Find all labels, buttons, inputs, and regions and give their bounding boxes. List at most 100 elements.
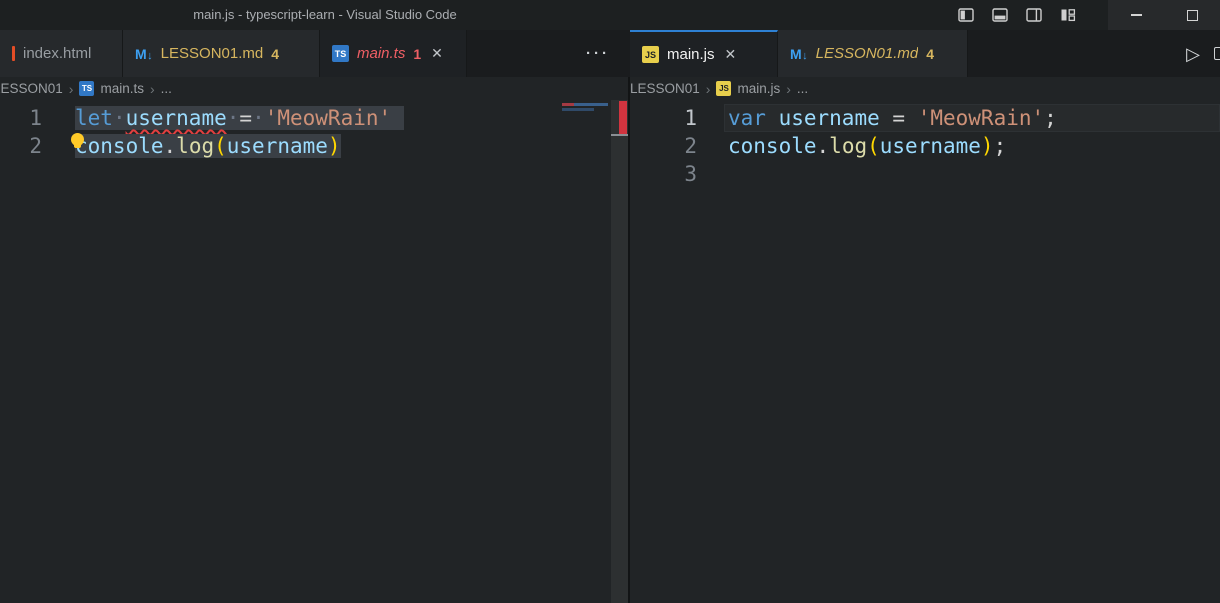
- code-token: log: [829, 134, 867, 158]
- breadcrumb-folder[interactable]: LESSON01: [630, 81, 700, 96]
- javascript-file-icon: JS: [642, 46, 659, 63]
- scrollbar[interactable]: [611, 100, 628, 603]
- code-token: (: [867, 134, 880, 158]
- line-number: 2: [0, 132, 42, 160]
- code-token: [391, 106, 404, 130]
- split-editor-icon[interactable]: [1214, 47, 1220, 60]
- code-line-content[interactable]: var username = 'MeowRain';: [724, 104, 1220, 132]
- tab-lesson01-md-left[interactable]: M↓ LESSON01.md 4: [123, 30, 320, 77]
- chevron-right-icon: ›: [150, 81, 155, 97]
- tab-index-html[interactable]: index.html: [0, 30, 123, 77]
- code-token: 'MeowRain': [918, 106, 1044, 130]
- more-actions-icon[interactable]: ···: [586, 45, 610, 62]
- code-token: ;: [1044, 106, 1057, 130]
- window-title: main.js - typescript-learn - Visual Stud…: [0, 0, 650, 30]
- typescript-file-icon: TS: [79, 81, 94, 96]
- tab-strip-left: ···: [467, 30, 630, 77]
- breadcrumb-folder[interactable]: LESSON01: [0, 81, 63, 96]
- close-icon[interactable]: ✕: [431, 45, 443, 62]
- code-token: console: [75, 134, 164, 158]
- code-token: ·: [252, 106, 265, 130]
- line-number: 1: [0, 104, 42, 132]
- javascript-file-icon: JS: [716, 81, 731, 96]
- code-token: var: [728, 106, 766, 130]
- close-icon[interactable]: ✕: [725, 46, 737, 63]
- minimize-button[interactable]: [1108, 0, 1164, 30]
- code-line-content[interactable]: console.log(username);: [724, 132, 1220, 160]
- tab-label: LESSON01.md: [816, 45, 919, 62]
- vscode-window: main.js - typescript-learn - Visual Stud…: [0, 0, 1220, 603]
- title-bar-controls: [954, 0, 1220, 30]
- tab-label: main.js: [667, 46, 715, 63]
- maximize-button[interactable]: [1164, 0, 1220, 30]
- code-token: =: [239, 106, 252, 130]
- code-line-content[interactable]: [724, 160, 1220, 188]
- tab-label: LESSON01.md: [161, 45, 264, 62]
- toggle-primary-sidebar-icon[interactable]: [954, 3, 978, 27]
- window-controls: [1108, 0, 1220, 30]
- minimap-line: [562, 103, 608, 106]
- code-line: 2 console.log(username): [0, 132, 628, 160]
- code-token: username: [126, 106, 227, 130]
- chevron-right-icon: ›: [706, 81, 711, 97]
- tab-main-js[interactable]: JS main.js ✕: [630, 30, 778, 77]
- editor-right-main-js[interactable]: 1var username = 'MeowRain';2console.log(…: [630, 100, 1220, 603]
- breadcrumb-file[interactable]: main.ts: [100, 81, 144, 96]
- code-token: =: [892, 106, 905, 130]
- tab-main-ts[interactable]: TS main.ts 1 ✕: [320, 30, 467, 77]
- code-token: let: [75, 106, 113, 130]
- customize-layout-icon[interactable]: [1056, 3, 1080, 27]
- overview-cursor-marker: [611, 134, 628, 136]
- code-token: log: [176, 134, 214, 158]
- code-token: ·: [227, 106, 240, 130]
- layout-controls: [954, 3, 1080, 27]
- markdown-file-icon: M↓: [790, 46, 808, 62]
- code-line: 3: [630, 160, 1220, 188]
- html-file-icon: [12, 46, 15, 61]
- code-token: username: [779, 106, 880, 130]
- code-token: ;: [994, 134, 1007, 158]
- tab-lesson01-md-right[interactable]: M↓ LESSON01.md 4: [778, 30, 968, 77]
- code-area: 1 let·username·=·'MeowRain' 2 console.log(…: [0, 100, 628, 160]
- chevron-right-icon: ›: [786, 81, 791, 97]
- editor-actions: ▷: [1186, 45, 1220, 63]
- tab-label: index.html: [23, 45, 91, 62]
- line-number: 3: [630, 160, 697, 188]
- code-token: [905, 106, 918, 130]
- breadcrumb-symbol[interactable]: ...: [161, 81, 172, 96]
- breadcrumb-left: LESSON01 › TS main.ts › ...: [0, 77, 626, 100]
- code-token: console: [728, 134, 817, 158]
- tab-group-right: JS main.js ✕ M↓ LESSON01.md 4 ▷: [630, 30, 1220, 77]
- problems-badge: 1: [413, 46, 421, 62]
- chevron-right-icon: ›: [69, 81, 74, 97]
- tab-strip-right: ▷: [968, 30, 1220, 77]
- editor-tab-bar: index.html M↓ LESSON01.md 4 TS main.ts 1…: [0, 30, 1220, 77]
- title-bar: main.js - typescript-learn - Visual Stud…: [0, 0, 1220, 30]
- code-line-content[interactable]: console.log(username): [71, 132, 628, 160]
- code-token: [766, 106, 779, 130]
- toggle-panel-icon[interactable]: [988, 3, 1012, 27]
- breadcrumb-file[interactable]: main.js: [737, 81, 780, 96]
- code-token: ·: [113, 106, 126, 130]
- code-token: .: [164, 134, 177, 158]
- lightbulb-quickfix-icon[interactable]: [71, 133, 84, 146]
- code-token: .: [817, 134, 830, 158]
- code-token: ): [981, 134, 994, 158]
- problems-badge: 4: [271, 46, 279, 62]
- editor-left-main-ts[interactable]: 1 let·username·=·'MeowRain' 2 console.log(…: [0, 100, 628, 603]
- breadcrumb-right: LESSON01 › JS main.js › ...: [630, 77, 1220, 100]
- code-token: (: [214, 134, 227, 158]
- markdown-file-icon: M↓: [135, 46, 153, 62]
- tab-label: main.ts: [357, 45, 405, 62]
- code-line-content[interactable]: let·username·=·'MeowRain': [71, 104, 628, 132]
- code-token: ): [328, 134, 341, 158]
- breadcrumb-symbol[interactable]: ...: [797, 81, 808, 96]
- minimap-line: [562, 108, 594, 111]
- run-code-icon[interactable]: ▷: [1186, 45, 1200, 63]
- code-line: 1 let·username·=·'MeowRain': [0, 104, 628, 132]
- tab-group-left: index.html M↓ LESSON01.md 4 TS main.ts 1…: [0, 30, 630, 77]
- toggle-secondary-sidebar-icon[interactable]: [1022, 3, 1046, 27]
- code-token: username: [227, 134, 328, 158]
- maximize-icon: [1187, 10, 1198, 21]
- minimize-icon: [1131, 14, 1142, 16]
